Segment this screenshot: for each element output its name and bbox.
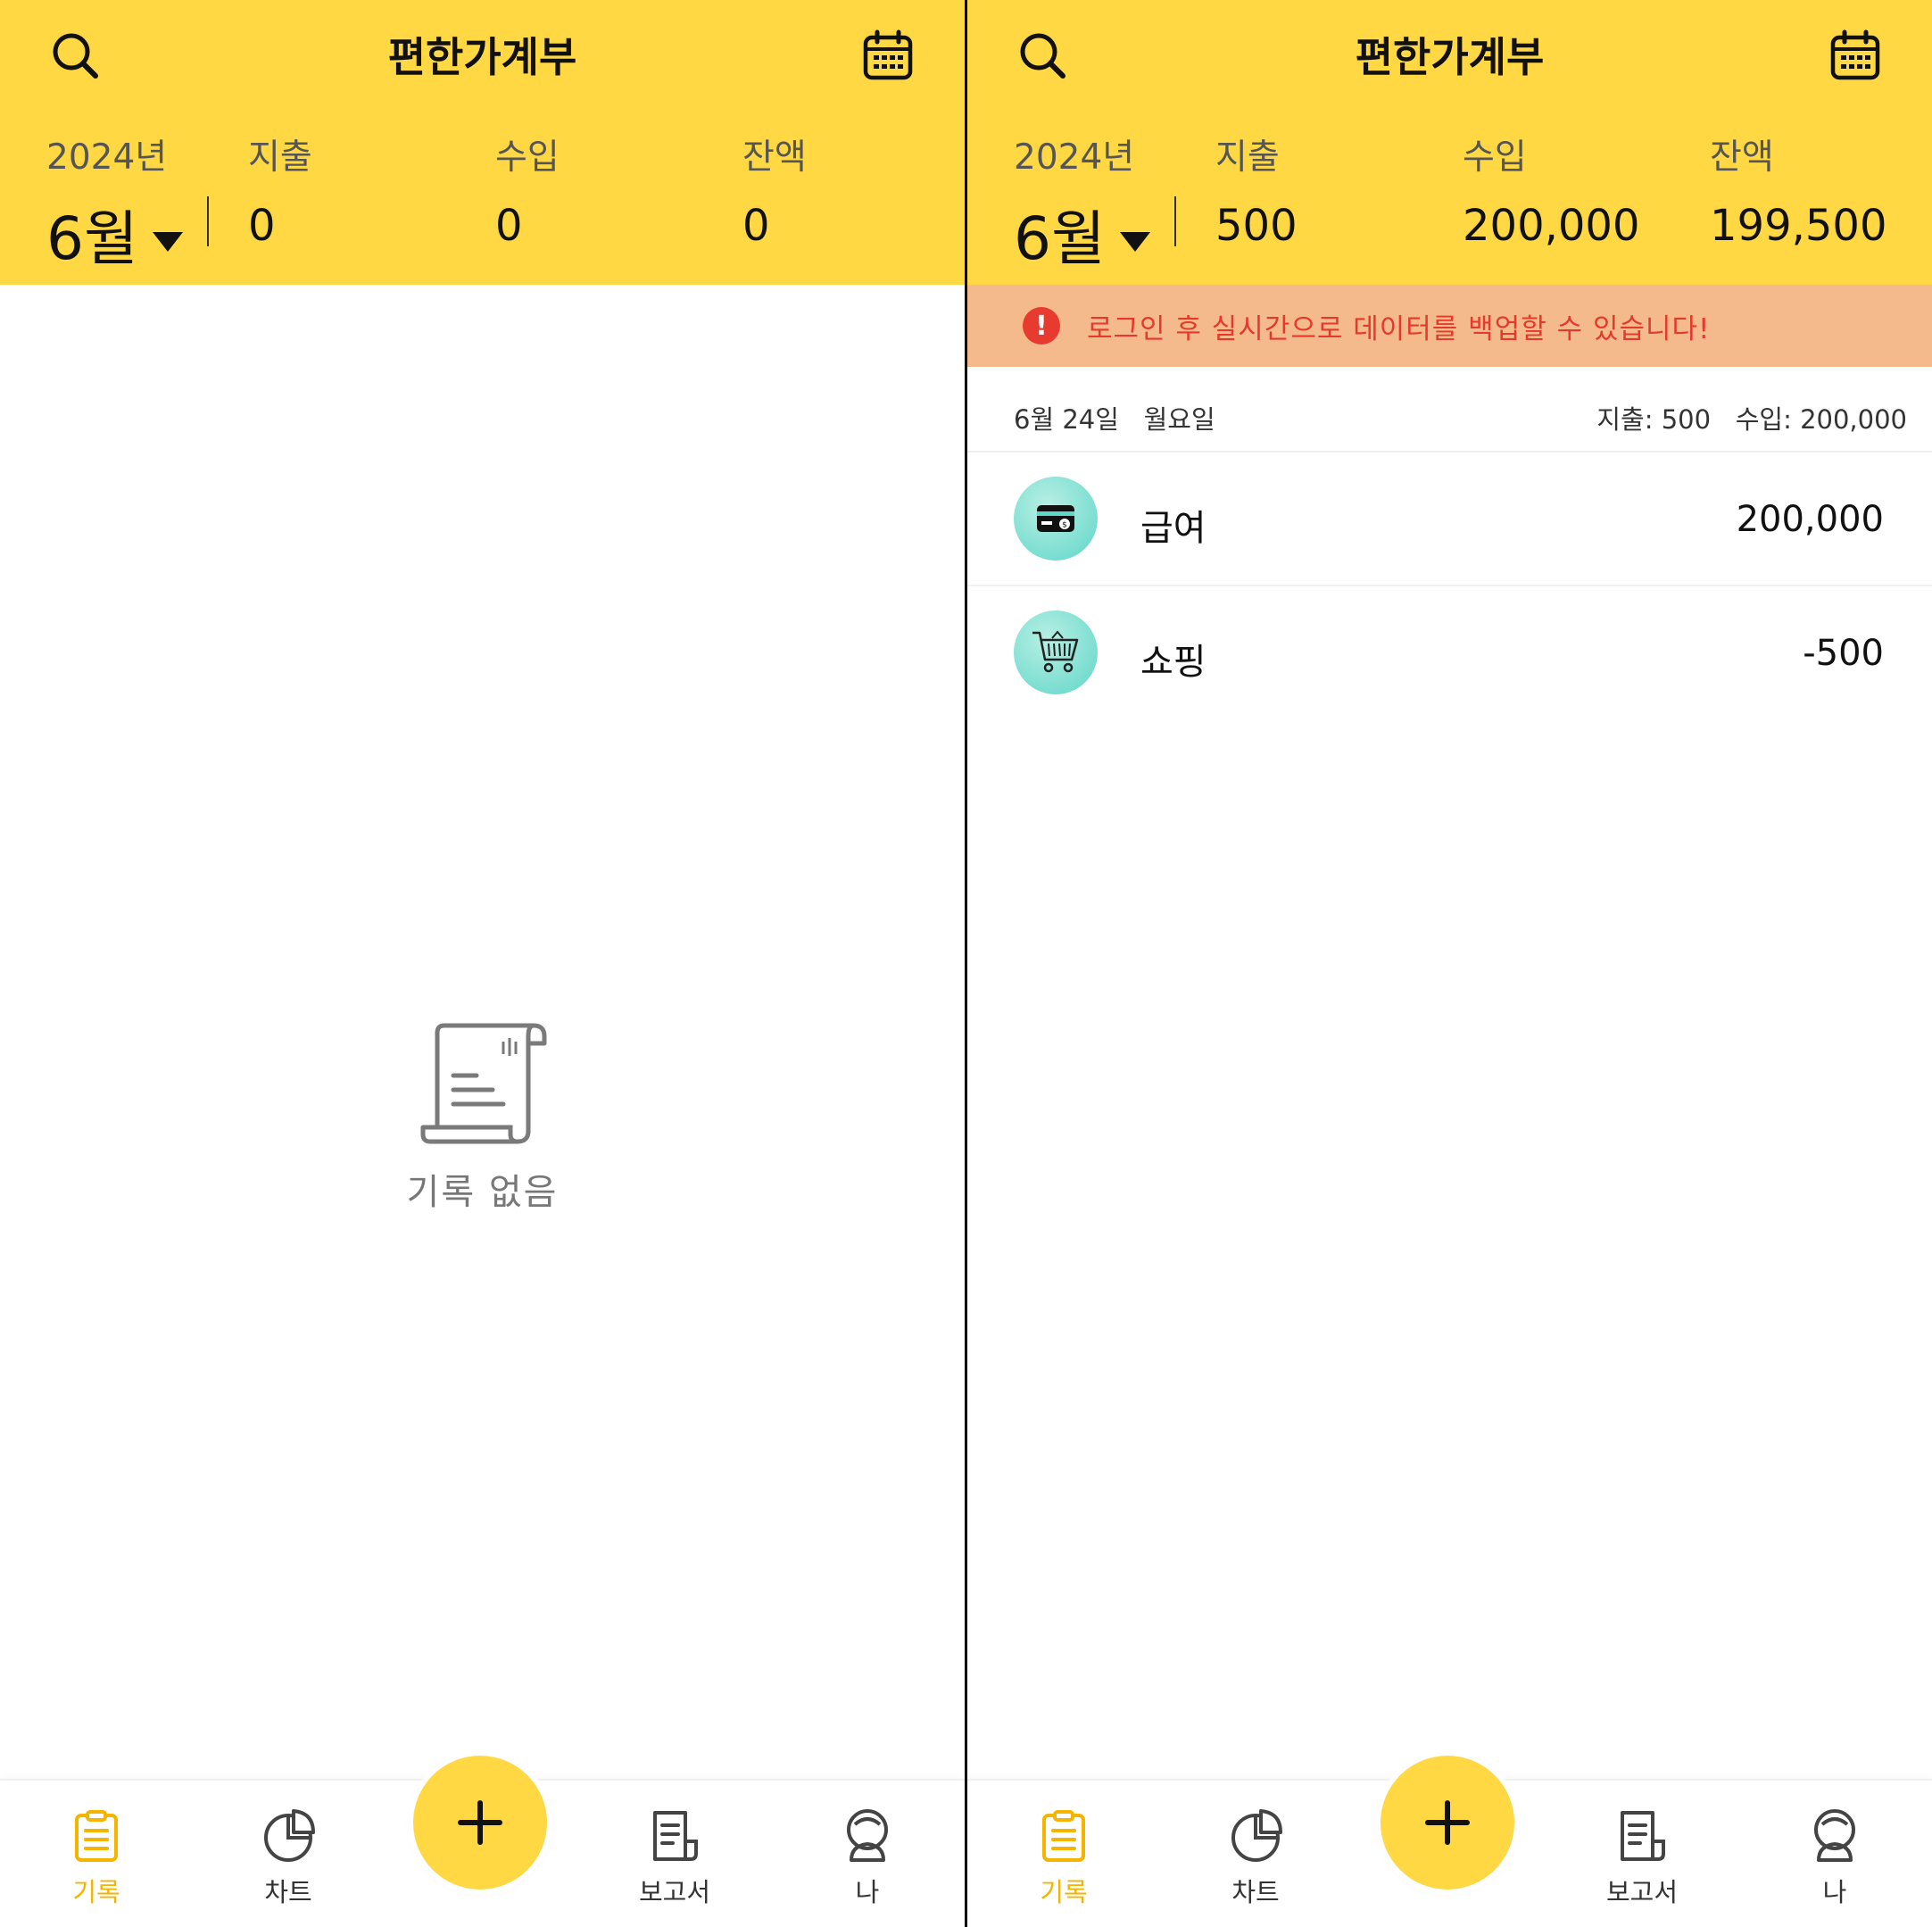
add-record-button[interactable] <box>1381 1756 1514 1890</box>
app-title: 편한가계부 <box>387 33 577 81</box>
right-screen: 편한가계부 2024년 6월 지출 수입 잔액 500 200,000 199,… <box>967 0 1932 1927</box>
receipt-scroll-icon <box>420 1023 546 1144</box>
year-label: 2024년 <box>1014 137 1135 178</box>
expense-label: 지출 <box>248 137 312 178</box>
expense-value: 0 <box>248 201 276 251</box>
banner-text: 로그인 후 실시간으로 데이터를 백업할 수 있습니다! <box>1087 312 1711 345</box>
nav-item-chart[interactable]: 차트 <box>217 1807 360 1909</box>
calendar-icon <box>863 29 913 80</box>
transaction-category: 급여 <box>1140 508 1206 549</box>
nav-item-chart[interactable]: 차트 <box>1184 1807 1327 1909</box>
login-backup-banner[interactable]: ! 로그인 후 실시간으로 데이터를 백업할 수 있습니다! <box>967 285 1932 367</box>
nav-item-record[interactable]: 기록 <box>25 1807 168 1909</box>
chart-icon <box>1231 1809 1282 1862</box>
calendar-icon <box>1830 29 1880 80</box>
nav-label-chart: 차트 <box>264 1877 312 1907</box>
profile-icon <box>1814 1809 1855 1862</box>
header-divider <box>1174 196 1176 246</box>
nav-item-me[interactable]: 나 <box>1763 1807 1906 1909</box>
nav-label-report: 보고서 <box>1605 1877 1679 1907</box>
transaction-category: 쇼핑 <box>1140 642 1206 683</box>
nav-label-record: 기록 <box>1040 1877 1088 1907</box>
day-summary: 지출: 500 수입: 200,000 <box>1596 404 1907 435</box>
chart-icon <box>264 1809 315 1862</box>
nav-item-me[interactable]: 나 <box>796 1807 939 1909</box>
shopping-cart-icon <box>1014 610 1098 694</box>
income-label: 수입 <box>1463 137 1527 178</box>
income-value: 200,000 <box>1463 201 1640 251</box>
left-screen: 편한가계부 2024년 6월 지출 수입 잔액 0 0 0 기록 없음 기록 차… <box>0 0 965 1927</box>
empty-state-text: 기록 없음 <box>406 1172 559 1213</box>
summary-header: 편한가계부 2024년 6월 지출 수입 잔액 0 0 0 <box>0 0 965 285</box>
nav-item-report[interactable]: 보고서 <box>1571 1807 1713 1909</box>
balance-label: 잔액 <box>1710 137 1774 178</box>
transaction-row[interactable]: $ 급여 200,000 <box>967 453 1932 586</box>
transaction-row[interactable]: 쇼핑 -500 <box>967 586 1932 720</box>
expense-label: 지출 <box>1215 137 1280 178</box>
month-label: 6월 <box>1014 204 1106 273</box>
summary-header: 편한가계부 2024년 6월 지출 수입 잔액 500 200,000 199,… <box>967 0 1932 285</box>
day-group-header: 6월 24일 월요일 지출: 500 수입: 200,000 <box>967 367 1932 453</box>
nav-label-record: 기록 <box>72 1877 120 1907</box>
calendar-button[interactable] <box>859 27 916 84</box>
nav-label-me: 나 <box>1822 1877 1847 1907</box>
expense-value: 500 <box>1215 201 1298 251</box>
svg-text:$: $ <box>1062 521 1067 530</box>
day-date: 6월 24일 월요일 <box>1014 404 1215 435</box>
income-label: 수입 <box>495 137 560 178</box>
nav-label-me: 나 <box>855 1877 880 1907</box>
month-selector[interactable]: 6월 <box>46 191 185 277</box>
report-icon <box>1621 1811 1665 1861</box>
month-selector[interactable]: 6월 <box>1014 191 1152 277</box>
add-record-button[interactable] <box>413 1756 547 1890</box>
alert-icon: ! <box>1023 307 1060 345</box>
month-label: 6월 <box>46 204 138 273</box>
record-icon <box>1042 1810 1085 1862</box>
balance-label: 잔액 <box>742 137 807 178</box>
calendar-button[interactable] <box>1827 27 1884 84</box>
report-icon <box>653 1811 698 1861</box>
caret-down-icon <box>152 232 183 252</box>
profile-icon <box>847 1809 888 1862</box>
year-label: 2024년 <box>46 137 168 178</box>
app-title: 편한가계부 <box>1355 33 1545 81</box>
header-divider <box>207 196 209 246</box>
salary-card-icon: $ <box>1014 477 1098 561</box>
income-value: 0 <box>495 201 523 251</box>
balance-value: 0 <box>742 201 770 251</box>
nav-label-chart: 차트 <box>1231 1877 1280 1907</box>
plus-icon <box>458 1800 502 1845</box>
plus-icon <box>1425 1800 1470 1845</box>
nav-item-record[interactable]: 기록 <box>992 1807 1135 1909</box>
nav-label-report: 보고서 <box>638 1877 711 1907</box>
record-icon <box>75 1810 118 1862</box>
transaction-amount: 200,000 <box>1736 499 1884 540</box>
nav-item-report[interactable]: 보고서 <box>603 1807 746 1909</box>
empty-state: 기록 없음 <box>0 1022 965 1215</box>
transaction-amount: -500 <box>1803 633 1884 674</box>
caret-down-icon <box>1119 232 1150 252</box>
balance-value: 199,500 <box>1710 201 1887 251</box>
